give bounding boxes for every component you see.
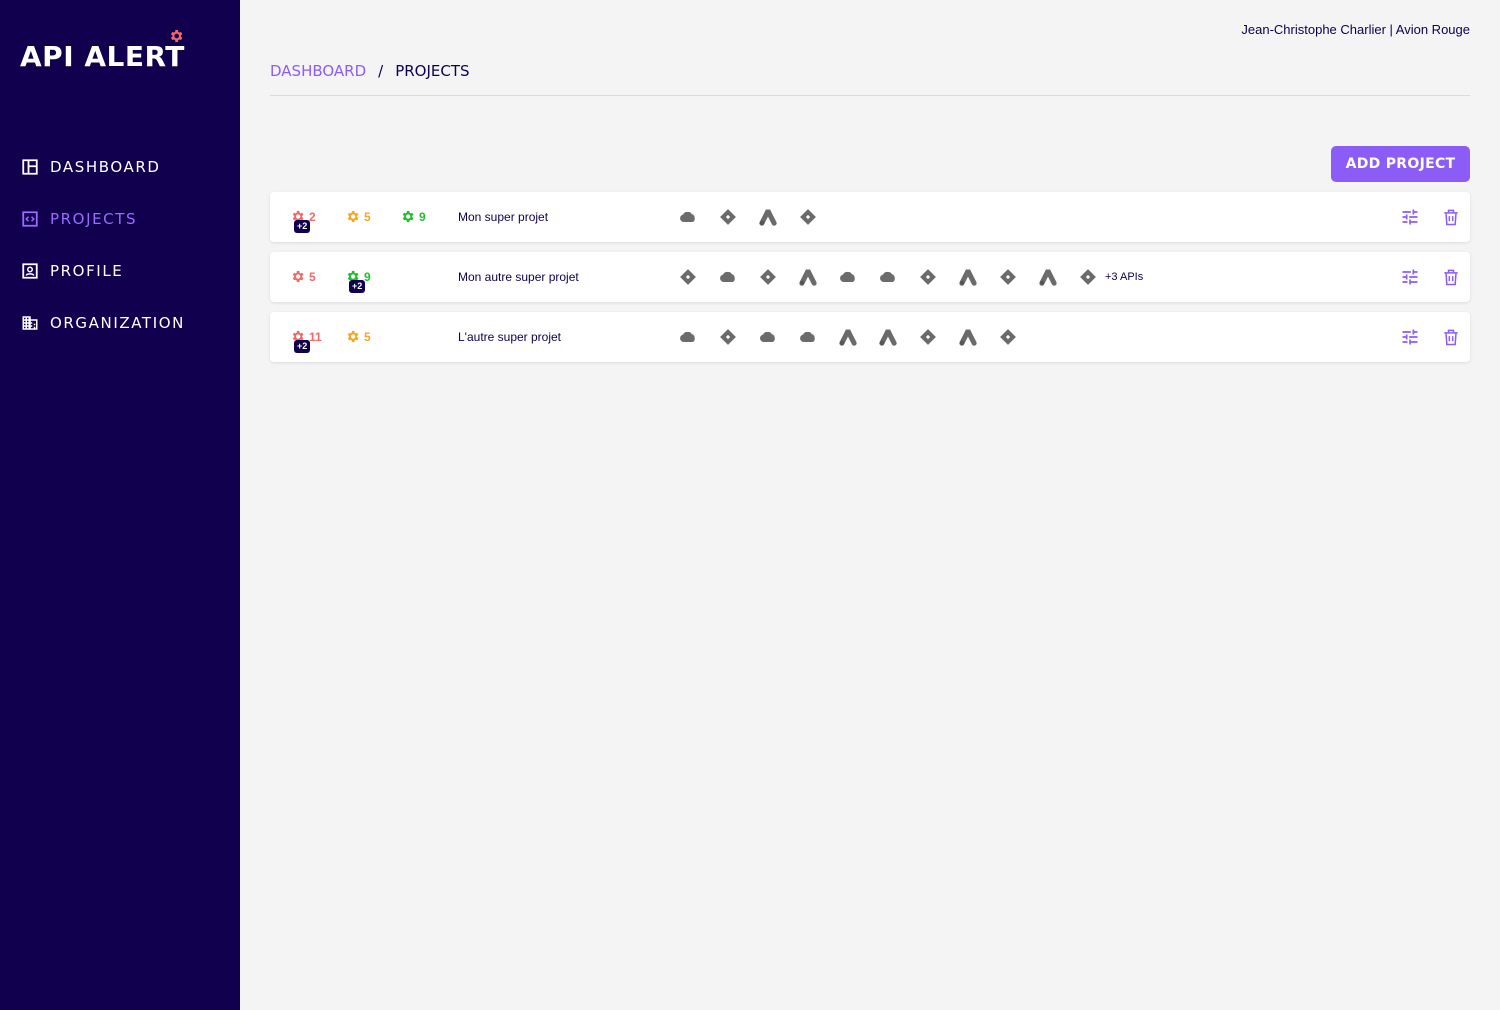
add-project-button[interactable]: ADD PROJECT (1331, 146, 1470, 182)
gear-icon (400, 209, 419, 224)
tune-icon (1402, 269, 1418, 285)
diamond-icon (718, 207, 738, 227)
project-list: 2 +2 5 9 Mon super projet 5 9 +2 Mon autre super… (270, 192, 1470, 372)
gear-icon (345, 209, 364, 224)
tune-icon (1402, 209, 1418, 225)
code-icon (22, 211, 38, 227)
api-icons (678, 207, 838, 227)
diamond-icon (918, 327, 938, 347)
sidebar-item-label: DASHBOARD (50, 158, 161, 176)
user-info[interactable]: Jean-Christophe Charlier | Avion Rouge (1241, 22, 1470, 37)
diamond-icon (678, 267, 698, 287)
alert-count: 9 (364, 269, 371, 284)
app-logo: API ALERT (20, 40, 185, 73)
sidebar-item-label: ORGANIZATION (50, 314, 185, 332)
project-settings-button[interactable] (1400, 267, 1420, 287)
cloud-icon (678, 327, 698, 347)
project-name[interactable]: L'autre super projet (458, 330, 561, 344)
alert-extra-badge: +2 (349, 280, 366, 293)
profile-icon (22, 263, 38, 279)
sidebar: API ALERT DASHBOARD PROJECTS PROFILE ORG… (0, 0, 240, 1010)
breadcrumb-dashboard-link[interactable]: DASHBOARD (270, 62, 366, 80)
breadcrumb-separator: / (378, 62, 384, 80)
project-settings-button[interactable] (1400, 207, 1420, 227)
peak-icon (958, 267, 978, 287)
header-divider (270, 95, 1470, 96)
project-delete-button[interactable] (1441, 327, 1461, 347)
diamond-icon (998, 267, 1018, 287)
trash-icon (1444, 329, 1458, 346)
sidebar-item-profile[interactable]: PROFILE (0, 254, 240, 288)
api-icons (678, 327, 1038, 347)
alert-extra-badge: +2 (294, 340, 311, 353)
sidebar-item-label: PROFILE (50, 262, 124, 280)
cloud-icon (718, 267, 738, 287)
building-icon (22, 316, 38, 330)
project-row[interactable]: 2 +2 5 9 Mon super projet (270, 192, 1470, 242)
alert-count: 9 (419, 209, 426, 224)
peak-icon (798, 267, 818, 287)
diamond-icon (998, 327, 1018, 347)
sidebar-item-projects[interactable]: PROJECTS (0, 202, 240, 236)
cloud-icon (678, 207, 698, 227)
cloud-icon (878, 267, 898, 287)
cloud-icon (758, 327, 778, 347)
api-icons: +3 APIs (678, 267, 1143, 287)
alert-green: 9 (400, 209, 426, 224)
sidebar-item-organization[interactable]: ORGANIZATION (0, 306, 240, 340)
sidebar-item-dashboard[interactable]: DASHBOARD (0, 150, 240, 184)
alert-extra-badge: +2 (294, 220, 311, 233)
peak-icon (838, 327, 858, 347)
breadcrumb-current: PROJECTS (395, 62, 470, 80)
project-delete-button[interactable] (1441, 267, 1461, 287)
cloud-icon (838, 267, 858, 287)
trash-icon (1444, 269, 1458, 286)
gear-icon (290, 269, 309, 284)
project-delete-button[interactable] (1441, 207, 1461, 227)
trash-icon (1444, 209, 1458, 226)
peak-icon (1038, 267, 1058, 287)
diamond-icon (798, 207, 818, 227)
project-name[interactable]: Mon autre super projet (458, 270, 579, 284)
alert-count: 5 (309, 269, 316, 284)
alert-orange: 5 (345, 209, 371, 224)
diamond-icon (1078, 267, 1098, 287)
dashboard-icon (22, 159, 38, 175)
alert-orange: 5 (345, 329, 371, 344)
peak-icon (758, 207, 778, 227)
project-row[interactable]: 5 9 +2 Mon autre super projet +3 APIs (270, 252, 1470, 302)
project-name[interactable]: Mon super projet (458, 210, 548, 224)
diamond-icon (718, 327, 738, 347)
diamond-icon (918, 267, 938, 287)
alert-count: 2 (309, 209, 316, 224)
project-row[interactable]: 11 +2 5 L'autre super projet (270, 312, 1470, 362)
sidebar-item-label: PROJECTS (50, 210, 138, 228)
peak-icon (958, 327, 978, 347)
sidebar-nav: DASHBOARD PROJECTS PROFILE ORGANIZATION (0, 150, 240, 358)
gear-icon (345, 329, 364, 344)
alert-red: 5 (290, 269, 316, 284)
gear-icon (168, 28, 184, 49)
cloud-icon (798, 327, 818, 347)
more-apis-label[interactable]: +3 APIs (1105, 271, 1143, 283)
peak-icon (878, 327, 898, 347)
breadcrumb: DASHBOARD / PROJECTS (270, 62, 470, 80)
alert-count: 5 (364, 209, 371, 224)
tune-icon (1402, 329, 1418, 345)
project-settings-button[interactable] (1400, 327, 1420, 347)
alert-count: 5 (364, 329, 371, 344)
diamond-icon (758, 267, 778, 287)
alert-count: 11 (309, 329, 322, 344)
